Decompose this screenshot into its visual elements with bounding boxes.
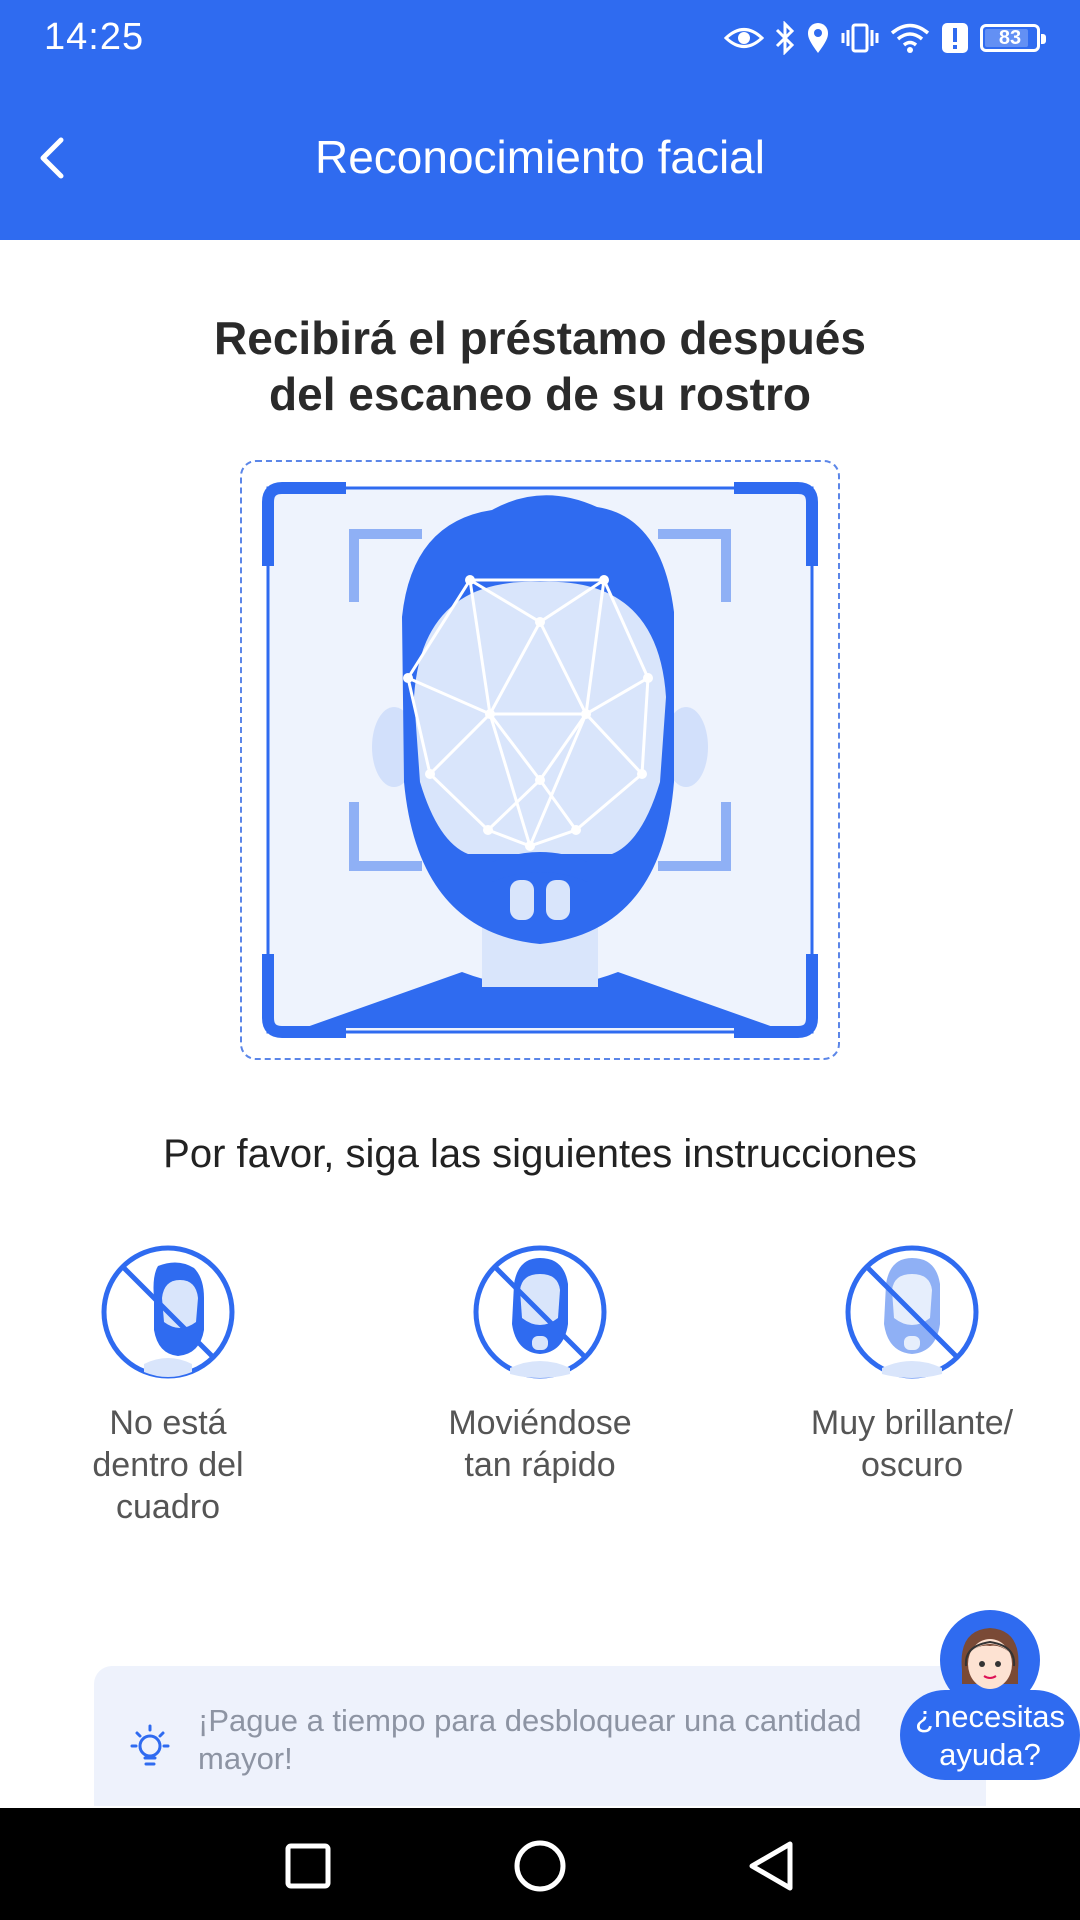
tip-label-line: tan rápido [464,1446,616,1484]
wifi-icon [890,23,930,53]
tip-label-line: cuadro [116,1488,220,1526]
tip-label: Muy brillante/ oscuro [762,1402,1062,1486]
tip-lighting: Muy brillante/ oscuro [762,1244,1062,1486]
tip-label-line: Moviéndose [448,1404,632,1442]
navigation-bar [0,1808,1080,1920]
bluetooth-icon [775,21,795,55]
tip-out-of-frame: No está dentro del cuadro [18,1244,318,1528]
help-button[interactable]: ¿necesitas ayuda? [900,1610,1080,1780]
page-title: Reconocimiento facial [314,131,765,183]
headline: Recibirá el préstamo después del escaneo… [140,310,940,422]
tip-label-line: dentro del [92,1446,244,1484]
tip-label-line: Muy brillante/ [810,1404,1014,1442]
face-scan-illustration [262,482,818,1038]
tip-label-line: oscuro [860,1446,964,1484]
battery-level: 83 [998,26,1022,49]
face-moving-icon [473,1245,607,1379]
recents-button[interactable] [278,1836,338,1896]
triangle-back-icon [749,1841,793,1891]
status-bar: 14:25 83 [0,0,1080,78]
face-scan-frame [240,460,840,1060]
tip-label: Moviéndose tan rápido [390,1402,690,1486]
eye-icon [724,28,764,48]
square-icon [285,1843,331,1889]
tip-label: No está dentro del cuadro [18,1402,318,1528]
help-label-line-2: ayuda? [939,1737,1041,1772]
circle-icon [514,1840,566,1892]
banner-text: ¡Pague a tiempo para desbloquear una can… [198,1703,862,1776]
face-lighting-icon [845,1245,979,1379]
home-button[interactable] [510,1836,570,1896]
tip-moving: Moviéndose tan rápido [390,1244,690,1486]
location-icon [808,23,828,53]
headline-line-1: Recibirá el préstamo después [214,312,866,364]
help-bubble[interactable]: ¿necesitas ayuda? [900,1690,1080,1780]
face-out-of-frame-icon [101,1245,235,1379]
status-time: 14:25 [44,16,145,58]
promo-banner: ¡Pague a tiempo para desbloquear una can… [94,1666,986,1806]
vibrate-icon [841,23,879,53]
app-bar: Reconocimiento facial [0,78,1080,240]
lightbulb-icon [130,1724,170,1766]
alert-icon [942,23,968,53]
status-icons: 83 [724,14,1046,62]
tips-row: No está dentro del cuadro Moviéndose tan… [0,1244,1080,1544]
tip-label-line: No está [109,1404,227,1442]
instructions-title: Por favor, siga las siguientes instrucci… [163,1132,917,1176]
headline-line-2: del escaneo de su rostro [269,368,811,420]
back-nav-button[interactable] [742,1836,802,1896]
battery-icon: 83 [980,24,1046,52]
help-label-line-1: ¿necesitas [915,1699,1065,1734]
